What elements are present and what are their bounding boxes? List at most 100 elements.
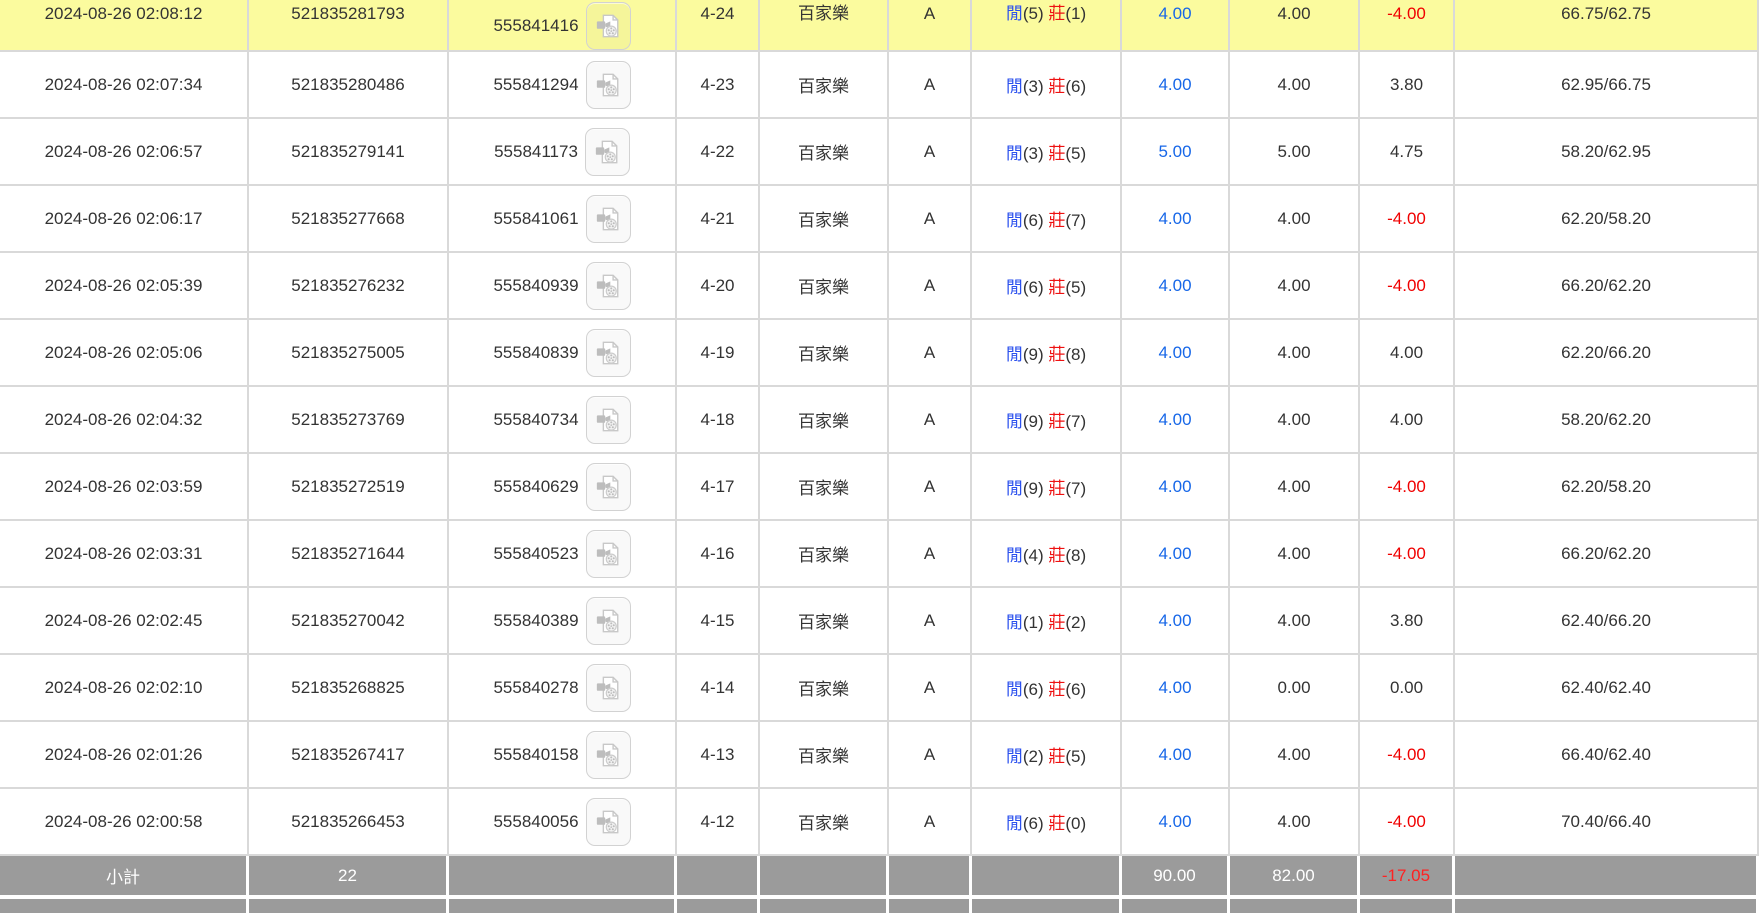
bet-row[interactable]: 2024-08-26 02:05:06 521835275005 5558408… — [0, 320, 1759, 387]
valid-bet-amount: 4.00 — [1230, 320, 1360, 387]
video-replay-button[interactable] — [586, 396, 631, 444]
table-name: A — [889, 722, 972, 789]
video-replay-icon — [594, 139, 620, 165]
player-label: 閒 — [1006, 144, 1023, 163]
bet-amount: 4.00 — [1122, 454, 1230, 521]
balance-before-after: 62.20/66.20 — [1455, 320, 1759, 387]
game-result: 閒(9) 莊(7) — [972, 454, 1122, 521]
banker-score: (7) — [1065, 479, 1086, 498]
round-id: 555840734 — [493, 410, 578, 430]
game-type: 百家樂 — [760, 186, 889, 253]
video-replay-button[interactable] — [586, 195, 631, 243]
bet-id: 521835279141 — [249, 119, 449, 186]
video-replay-button[interactable] — [586, 530, 631, 578]
bet-amount: 4.00 — [1122, 655, 1230, 722]
video-replay-button[interactable] — [586, 262, 631, 310]
bet-row[interactable]: 2024-08-26 02:03:59 521835272519 5558406… — [0, 454, 1759, 521]
balance-before-after: 66.75/62.75 — [1455, 0, 1759, 52]
bet-amount: 4.00 — [1122, 52, 1230, 119]
bet-row[interactable]: 2024-08-26 02:01:26 521835267417 5558401… — [0, 722, 1759, 789]
video-replay-button[interactable] — [586, 731, 631, 779]
bet-row[interactable]: 2024-08-26 02:05:39 521835276232 5558409… — [0, 253, 1759, 320]
player-label: 閒 — [1006, 479, 1023, 498]
win-loss: -4.00 — [1360, 521, 1455, 588]
shoe-round: 4-22 — [677, 119, 760, 186]
shoe-round: 4-19 — [677, 320, 760, 387]
video-replay-button[interactable] — [585, 128, 630, 176]
balance-before-after: 66.20/62.20 — [1455, 253, 1759, 320]
bet-amount: 4.00 — [1122, 588, 1230, 655]
valid-bet-amount: 4.00 — [1230, 454, 1360, 521]
banker-label: 莊 — [1048, 4, 1065, 23]
round-id: 555840939 — [493, 276, 578, 296]
game-result: 閒(4) 莊(8) — [972, 521, 1122, 588]
bet-row[interactable]: 2024-08-26 02:06:57 521835279141 5558411… — [0, 119, 1759, 186]
round-id-cell: 555840939 — [449, 253, 677, 320]
player-score: (9) — [1023, 412, 1044, 431]
table-name: A — [889, 387, 972, 454]
player-label: 閒 — [1006, 77, 1023, 96]
banker-label: 莊 — [1048, 211, 1065, 230]
bet-row[interactable]: 2024-08-26 02:07:34 521835280486 5558412… — [0, 52, 1759, 119]
game-type: 百家樂 — [760, 789, 889, 856]
subtotal-label: 小計 — [0, 856, 249, 899]
video-replay-button[interactable] — [586, 798, 631, 846]
round-id: 555840158 — [493, 745, 578, 765]
bet-id: 521835277668 — [249, 186, 449, 253]
player-label: 閒 — [1006, 680, 1023, 699]
game-result: 閒(2) 莊(5) — [972, 722, 1122, 789]
banker-label: 莊 — [1048, 613, 1065, 632]
table-name: A — [889, 0, 972, 52]
bet-row[interactable]: 2024-08-26 02:02:10 521835268825 5558402… — [0, 655, 1759, 722]
bet-row[interactable]: 2024-08-26 02:02:45 521835270042 5558403… — [0, 588, 1759, 655]
bet-amount: 4.00 — [1122, 320, 1230, 387]
game-result: 閒(6) 莊(5) — [972, 253, 1122, 320]
bet-row[interactable]: 2024-08-26 02:06:17 521835277668 5558410… — [0, 186, 1759, 253]
video-replay-button[interactable] — [586, 664, 631, 712]
player-score: (9) — [1023, 345, 1044, 364]
bet-row[interactable]: 2024-08-26 02:08:12 521835281793 5558414… — [0, 0, 1759, 52]
balance-before-after: 58.20/62.20 — [1455, 387, 1759, 454]
valid-bet-amount: 4.00 — [1230, 52, 1360, 119]
table-name: A — [889, 320, 972, 387]
bet-id: 521835272519 — [249, 454, 449, 521]
bet-row[interactable]: 2024-08-26 02:04:32 521835273769 5558407… — [0, 387, 1759, 454]
table-name: A — [889, 789, 972, 856]
table-name: A — [889, 186, 972, 253]
video-replay-button[interactable] — [586, 61, 631, 109]
round-id: 555840389 — [493, 611, 578, 631]
video-replay-button[interactable] — [586, 597, 631, 645]
player-score: (1) — [1023, 613, 1044, 632]
banker-score: (6) — [1065, 77, 1086, 96]
game-type: 百家樂 — [760, 320, 889, 387]
game-type: 百家樂 — [760, 0, 889, 52]
valid-bet-amount: 5.00 — [1230, 119, 1360, 186]
banker-score: (7) — [1065, 211, 1086, 230]
game-result: 閒(3) 莊(5) — [972, 119, 1122, 186]
player-label: 閒 — [1006, 814, 1023, 833]
win-loss: 3.80 — [1360, 588, 1455, 655]
player-score: (3) — [1023, 144, 1044, 163]
video-replay-icon — [595, 273, 621, 299]
video-replay-button[interactable] — [586, 463, 631, 511]
player-score: (6) — [1023, 814, 1044, 833]
bet-id: 521835270042 — [249, 588, 449, 655]
win-loss: 3.80 — [1360, 52, 1455, 119]
bet-time: 2024-08-26 02:02:45 — [0, 588, 249, 655]
bet-amount: 4.00 — [1122, 789, 1230, 856]
bet-row[interactable]: 2024-08-26 02:03:31 521835271644 5558405… — [0, 521, 1759, 588]
video-replay-button[interactable] — [586, 2, 631, 50]
shoe-round: 4-17 — [677, 454, 760, 521]
player-score: (5) — [1023, 4, 1044, 23]
round-id: 555841061 — [493, 209, 578, 229]
video-replay-icon — [595, 608, 621, 634]
bet-row[interactable]: 2024-08-26 02:00:58 521835266453 5558400… — [0, 789, 1759, 856]
bet-amount: 5.00 — [1122, 119, 1230, 186]
video-replay-button[interactable] — [586, 329, 631, 377]
video-replay-icon — [595, 13, 621, 39]
video-replay-icon — [595, 474, 621, 500]
banker-label: 莊 — [1048, 412, 1065, 431]
banker-label: 莊 — [1048, 814, 1065, 833]
balance-before-after: 58.20/62.95 — [1455, 119, 1759, 186]
valid-bet-amount: 4.00 — [1230, 253, 1360, 320]
